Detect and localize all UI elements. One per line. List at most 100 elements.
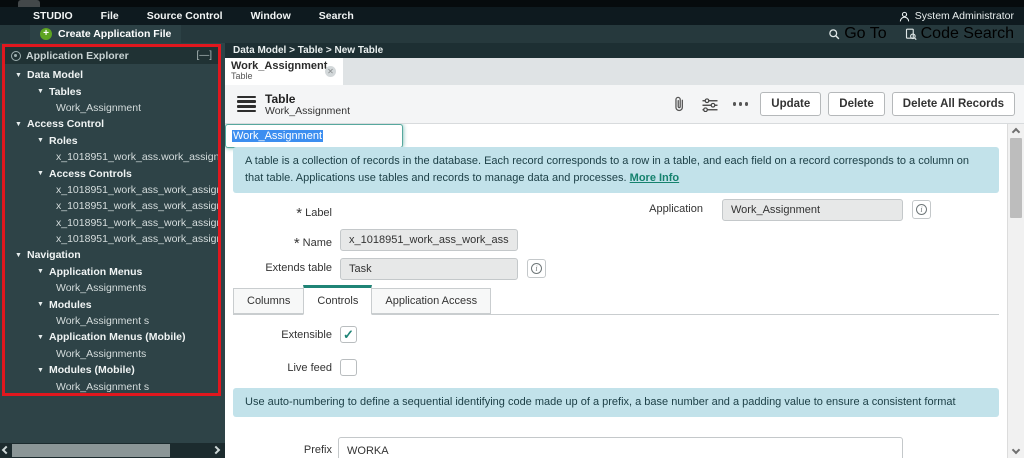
explorer-target-icon [11,50,21,61]
menu-file[interactable]: File [101,10,119,22]
tree-leaf-module-mobile[interactable]: Work_Assignment s [5,378,218,393]
tree-node-application-menus[interactable]: Application Menus [5,264,218,280]
record-header: Table Work_Assignment Update Delete Dele… [225,85,1024,124]
browser-edge-strip [0,0,1024,7]
required-asterisk: * [296,205,303,222]
tree-node-roles[interactable]: Roles [5,133,218,149]
tree-leaf-acl-write[interactable]: x_1018951_work_ass_work_assignment (w [5,198,218,214]
application-input[interactable] [722,199,903,221]
delete-all-records-button[interactable]: Delete All Records [891,92,1015,116]
application-info-button[interactable]: i [912,200,931,219]
extends-table-info-button[interactable]: i [527,259,546,278]
prefix-input[interactable] [338,437,903,458]
scroll-down-icon[interactable] [1011,445,1021,455]
tree-node-data-model[interactable]: Data Model [5,67,218,83]
menu-search[interactable]: Search [319,10,354,22]
menu-source-control[interactable]: Source Control [147,10,223,22]
tab-work-assignment[interactable]: Work_Assignment Table ✕ [225,58,343,85]
go-to-button[interactable]: Go To [828,25,887,43]
tree-node-modules-mobile[interactable]: Modules (Mobile) [5,362,218,378]
breadcrumb: Data Model > Table > New Table [225,43,1024,58]
search-icon [829,29,840,40]
extensible-checkbox[interactable]: ✓ [340,326,357,343]
sidebar-horizontal-scrollbar[interactable] [0,443,225,458]
tree-leaf-module[interactable]: Work_Assignment s [5,313,218,329]
auto-numbering-text: Use auto-numbering to define a sequentia… [245,396,956,408]
highlight-red-border: Application Explorer [—] Data Model Tabl… [2,44,221,396]
user-name: System Administrator [914,10,1014,22]
studio-window: STUDIO File Source Control Window Search… [0,0,1024,458]
context-menu-icon[interactable] [237,95,256,113]
caret-down-icon[interactable] [15,72,23,79]
live-feed-checkbox[interactable] [340,359,357,376]
tree-node-access-control[interactable]: Access Control [5,116,218,132]
delete-button[interactable]: Delete [828,92,885,116]
tree-leaf-acl-create[interactable]: x_1018951_work_ass_work_assignment (c [5,215,218,231]
tree-leaf-app-menu-mobile[interactable]: Work_Assignments [5,346,218,362]
name-input[interactable] [340,229,518,251]
application-explorer-title: Application Explorer [26,49,129,62]
caret-down-icon[interactable] [37,301,45,308]
tree-leaf-acl-read[interactable]: x_1018951_work_ass_work_assignment (r [5,182,218,198]
update-button[interactable]: Update [760,92,822,116]
scrollbar-thumb[interactable] [12,444,170,457]
table-info-banner: A table is a collection of records in th… [233,147,999,194]
caret-down-icon[interactable] [15,252,23,259]
scrollbar-thumb[interactable] [1010,138,1022,218]
caret-down-icon[interactable] [37,334,45,341]
create-application-file-label: Create Application File [58,28,172,40]
application-explorer-header[interactable]: Application Explorer [—] [5,47,218,64]
tab-controls[interactable]: Controls [303,285,373,315]
code-search-button[interactable]: Code Search [905,25,1014,43]
prefix-field-label: Prefix [303,444,332,456]
scroll-left-icon[interactable] [1,445,11,455]
scroll-up-icon[interactable] [1011,127,1021,137]
label-field-label: * Label [296,205,332,222]
more-options-icon[interactable] [732,102,749,106]
breadcrumb-text: Data Model > Table > New Table [233,45,384,56]
go-to-label: Go To [844,25,887,42]
tab-application-access[interactable]: Application Access [372,288,492,314]
tree-leaf-role[interactable]: x_1018951_work_ass.work_assignment_u [5,149,218,165]
collapse-explorer-button[interactable]: [—] [196,50,212,61]
caret-down-icon[interactable] [37,170,45,177]
create-application-file-tab[interactable]: + Create Application File [30,25,182,43]
attachment-paperclip-icon[interactable] [672,96,687,113]
extends-table-field-label: Extends table [265,262,332,274]
record-name-subtitle: Work_Assignment [265,104,351,117]
caret-down-icon[interactable] [37,268,45,275]
label-input[interactable]: Work_Assignment [225,124,403,148]
close-icon[interactable]: ✕ [325,66,336,77]
caret-down-icon[interactable] [37,88,45,95]
tree-node-navigation[interactable]: Navigation [5,247,218,263]
tree-leaf-app-menu[interactable]: Work_Assignments [5,280,218,296]
studio-actionbar: + Create Application File Go To Code Sea… [0,25,1024,43]
tab-columns[interactable]: Columns [233,288,304,314]
caret-down-icon[interactable] [37,367,45,374]
application-field-label: Application [649,203,703,215]
main-vertical-scrollbar[interactable] [1007,124,1024,458]
user-menu[interactable]: System Administrator [899,10,1014,22]
studio-menubar: STUDIO File Source Control Window Search… [0,7,1024,25]
caret-down-icon[interactable] [15,121,23,128]
code-search-icon [905,28,917,40]
tree-leaf-table-work-assignment[interactable]: Work_Assignment [5,100,218,116]
tree-node-access-controls[interactable]: Access Controls [5,165,218,181]
form-tabs: Columns Controls Application Access [233,285,999,315]
personalize-form-sliders-icon[interactable] [701,97,719,112]
table-info-text: A table is a collection of records in th… [245,155,969,185]
caret-down-icon[interactable] [37,137,45,144]
tree-node-modules[interactable]: Modules [5,296,218,312]
menu-studio[interactable]: STUDIO [33,10,73,22]
selected-text: Work_Assignment [232,130,324,142]
extensible-label: Extensible [281,329,332,341]
browser-mini-tab [18,0,40,7]
more-info-link[interactable]: More Info [630,172,680,184]
tree-node-tables[interactable]: Tables [5,83,218,99]
extends-table-input[interactable] [340,258,518,280]
tree-leaf-acl-delete[interactable]: x_1018951_work_ass_work_assignment (d [5,231,218,247]
scroll-right-icon[interactable] [211,445,221,455]
tree-node-application-menus-mobile[interactable]: Application Menus (Mobile) [5,329,218,345]
menu-window[interactable]: Window [251,10,291,22]
auto-numbering-banner: Use auto-numbering to define a sequentia… [233,388,999,418]
